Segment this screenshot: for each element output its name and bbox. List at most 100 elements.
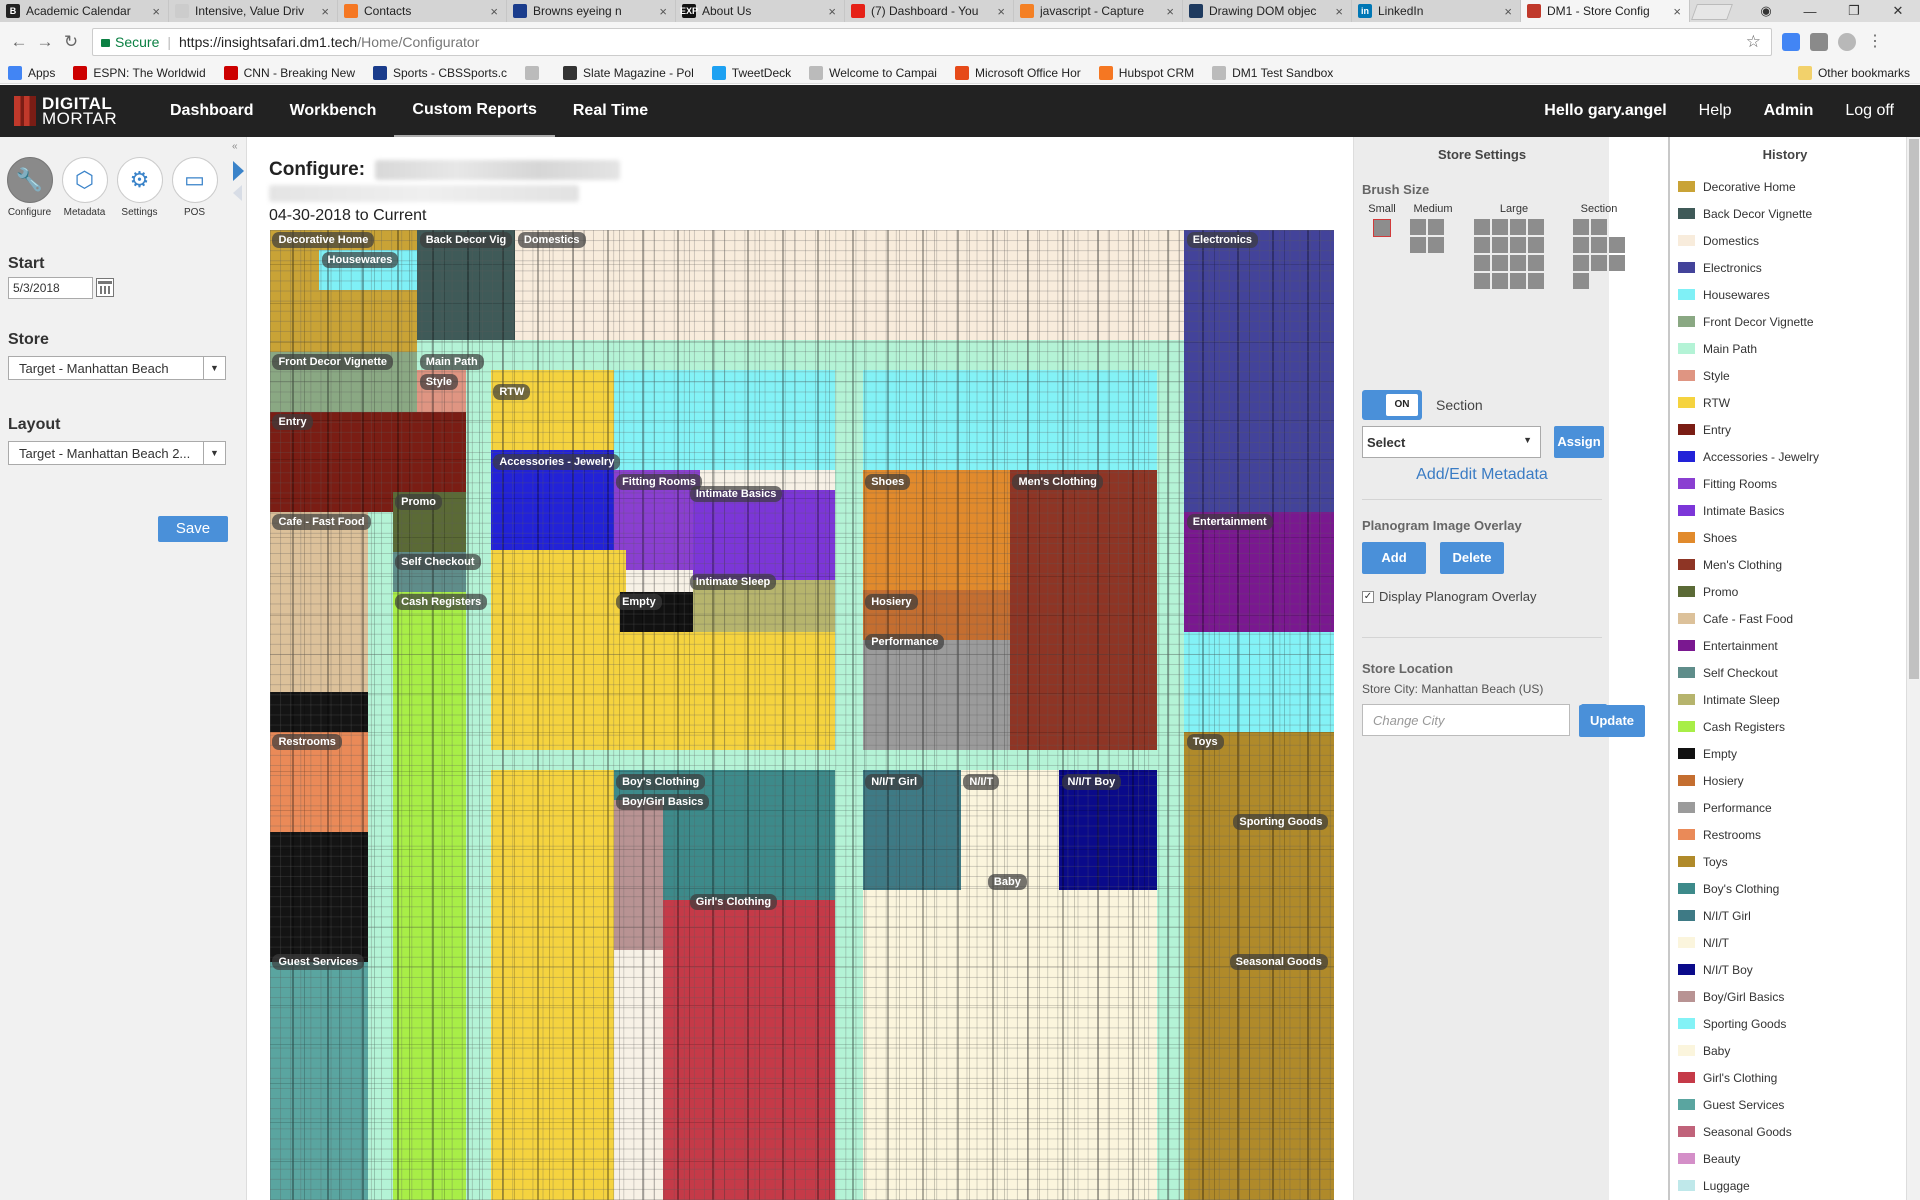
save-button[interactable]: Save	[158, 516, 228, 542]
zone-cash-registers[interactable]	[392, 592, 467, 1200]
nav-link-dashboard[interactable]: Dashboard	[152, 85, 272, 137]
store-floor-map[interactable]: Decorative Home Housewares Back Decor Vig D…	[270, 230, 1334, 1200]
tool-metadata[interactable]: ⬡ Metadata	[61, 157, 108, 218]
history-item[interactable]: Hosiery	[1678, 767, 1819, 794]
bookmark-item[interactable]: ESPN: The Worldwid	[73, 65, 206, 80]
tab-close-icon[interactable]: ×	[828, 4, 836, 19]
tab-close-icon[interactable]: ×	[659, 4, 667, 19]
browser-tab[interactable]: B Academic Calendar ×	[0, 0, 169, 22]
history-item[interactable]: Performance	[1678, 794, 1819, 821]
zone-fill[interactable]	[613, 370, 1185, 470]
browser-tab[interactable]: Intensive, Value Driv ×	[169, 0, 338, 22]
history-item[interactable]: Guest Services	[1678, 1091, 1819, 1118]
layout-select[interactable]: Target - Manhattan Beach 2... ▼	[8, 441, 226, 465]
zone-baby[interactable]	[862, 890, 1158, 1200]
forward-icon[interactable]: →	[32, 32, 58, 52]
help-link[interactable]: Help	[1683, 85, 1748, 137]
store-select[interactable]: Target - Manhattan Beach ▼	[8, 356, 226, 380]
close-window-icon[interactable]: ✕	[1876, 3, 1920, 19]
zone-fill[interactable]	[834, 370, 863, 1200]
history-item[interactable]: Promo	[1678, 578, 1819, 605]
history-item[interactable]: Accessories - Jewelry	[1678, 443, 1819, 470]
assign-button[interactable]: Assign	[1554, 426, 1604, 458]
history-item[interactable]: Baby	[1678, 1037, 1819, 1064]
tab-close-icon[interactable]: ×	[152, 4, 160, 19]
history-item[interactable]: Empty	[1678, 740, 1819, 767]
zone-fill[interactable]	[490, 550, 626, 750]
history-item[interactable]: Luggage	[1678, 1172, 1819, 1199]
bookmark-item[interactable]: CNN - Breaking New	[223, 65, 355, 80]
browser-tab[interactable]: Drawing DOM objec ×	[1183, 0, 1352, 22]
change-city-input[interactable]: Change City	[1362, 704, 1570, 736]
add-overlay-button[interactable]: Add	[1362, 542, 1426, 574]
history-item[interactable]: Cash Registers	[1678, 713, 1819, 740]
tab-close-icon[interactable]: ×	[1673, 4, 1681, 19]
tab-close-icon[interactable]: ×	[1166, 4, 1174, 19]
history-item[interactable]: Electronics	[1678, 254, 1819, 281]
new-tab-button[interactable]	[1691, 4, 1733, 20]
tab-close-icon[interactable]: ×	[321, 4, 329, 19]
zone-intimate-basics[interactable]	[693, 490, 835, 580]
digital-mortar-logo[interactable]: DIGITAL MORTAR	[14, 95, 144, 127]
zone-girl-s-clothing[interactable]	[662, 900, 835, 1200]
add-edit-metadata-link[interactable]: Add/Edit Metadata	[1354, 466, 1610, 484]
nav-link-workbench[interactable]: Workbench	[272, 85, 395, 137]
zone-electronics[interactable]	[1184, 230, 1334, 512]
browser-tab[interactable]: Browns eyeing n ×	[507, 0, 676, 22]
history-item[interactable]: N/I/T	[1678, 929, 1819, 956]
collapse-arrow-icon[interactable]	[233, 185, 242, 201]
zone-fill[interactable]	[1157, 370, 1185, 1200]
history-item[interactable]: Style	[1678, 362, 1819, 389]
history-item[interactable]: Front Decor Vignette	[1678, 308, 1819, 335]
zone-cafe-fast-food[interactable]	[270, 512, 369, 692]
zone-men-s-clothing[interactable]	[1010, 470, 1160, 750]
brush-section[interactable]: Section	[1569, 203, 1629, 289]
zone-seasonal-goods[interactable]	[1184, 962, 1334, 1200]
bookmark-item[interactable]	[525, 65, 545, 80]
bookmark-item[interactable]: Apps	[8, 65, 55, 80]
history-scrollbar[interactable]	[1906, 137, 1920, 1200]
history-item[interactable]: Boy's Clothing	[1678, 875, 1819, 902]
history-item[interactable]: Intimate Basics	[1678, 497, 1819, 524]
url-field[interactable]: Secure | https://insightsafari.dm1.tech/…	[92, 28, 1772, 56]
bookmark-item[interactable]: DM1 Test Sandbox	[1212, 65, 1333, 80]
history-item[interactable]: Intimate Sleep	[1678, 686, 1819, 713]
bookmark-item[interactable]: TweetDeck	[711, 65, 791, 80]
extension-icon[interactable]	[1782, 33, 1800, 51]
brush-large[interactable]: Large	[1474, 203, 1554, 289]
tab-close-icon[interactable]: ×	[997, 4, 1005, 19]
history-item[interactable]: Restrooms	[1678, 821, 1819, 848]
history-item[interactable]: Boy/Girl Basics	[1678, 983, 1819, 1010]
history-item[interactable]: Decorative Home	[1678, 173, 1819, 200]
browser-tab[interactable]: EXP About Us ×	[676, 0, 845, 22]
minimize-icon[interactable]: —	[1788, 4, 1832, 19]
display-overlay-checkbox[interactable]: ✓	[1362, 590, 1374, 603]
zone-fill[interactable]	[270, 692, 369, 732]
expand-arrow-icon[interactable]	[233, 161, 244, 181]
history-item[interactable]: Girl's Clothing	[1678, 1064, 1819, 1091]
history-item[interactable]: Seasonal Goods	[1678, 1118, 1819, 1145]
back-icon[interactable]: ←	[6, 32, 32, 52]
history-item[interactable]: RTW	[1678, 389, 1819, 416]
brush-small[interactable]: Small	[1362, 203, 1402, 237]
restore-icon[interactable]: ❐	[1832, 3, 1876, 19]
extension-icon[interactable]	[1810, 33, 1828, 51]
logoff-link[interactable]: Log off	[1829, 85, 1910, 137]
tool-pos[interactable]: ▭ POS	[171, 157, 218, 218]
section-select[interactable]: Select ▼	[1362, 426, 1541, 458]
section-toggle[interactable]: ON	[1362, 390, 1422, 420]
delete-overlay-button[interactable]: Delete	[1440, 542, 1504, 574]
history-item[interactable]: Cafe - Fast Food	[1678, 605, 1819, 632]
zone-rtw[interactable]	[490, 370, 614, 450]
history-item[interactable]: Toys	[1678, 848, 1819, 875]
tab-close-icon[interactable]: ×	[490, 4, 498, 19]
start-date-input[interactable]: 5/3/2018	[8, 277, 93, 299]
other-bookmarks[interactable]: Other bookmarks	[1797, 65, 1910, 80]
nav-link-custom-reports[interactable]: Custom Reports	[394, 85, 555, 137]
zone-performance[interactable]	[862, 640, 1010, 750]
bookmark-item[interactable]: Sports - CBSSports.c	[373, 65, 507, 80]
history-item[interactable]: Entry	[1678, 416, 1819, 443]
collapse-sidebar-icon[interactable]: «	[232, 141, 238, 152]
browser-tab[interactable]: DM1 - Store Config ×	[1521, 0, 1690, 22]
zone-domestics[interactable]	[515, 230, 1185, 340]
